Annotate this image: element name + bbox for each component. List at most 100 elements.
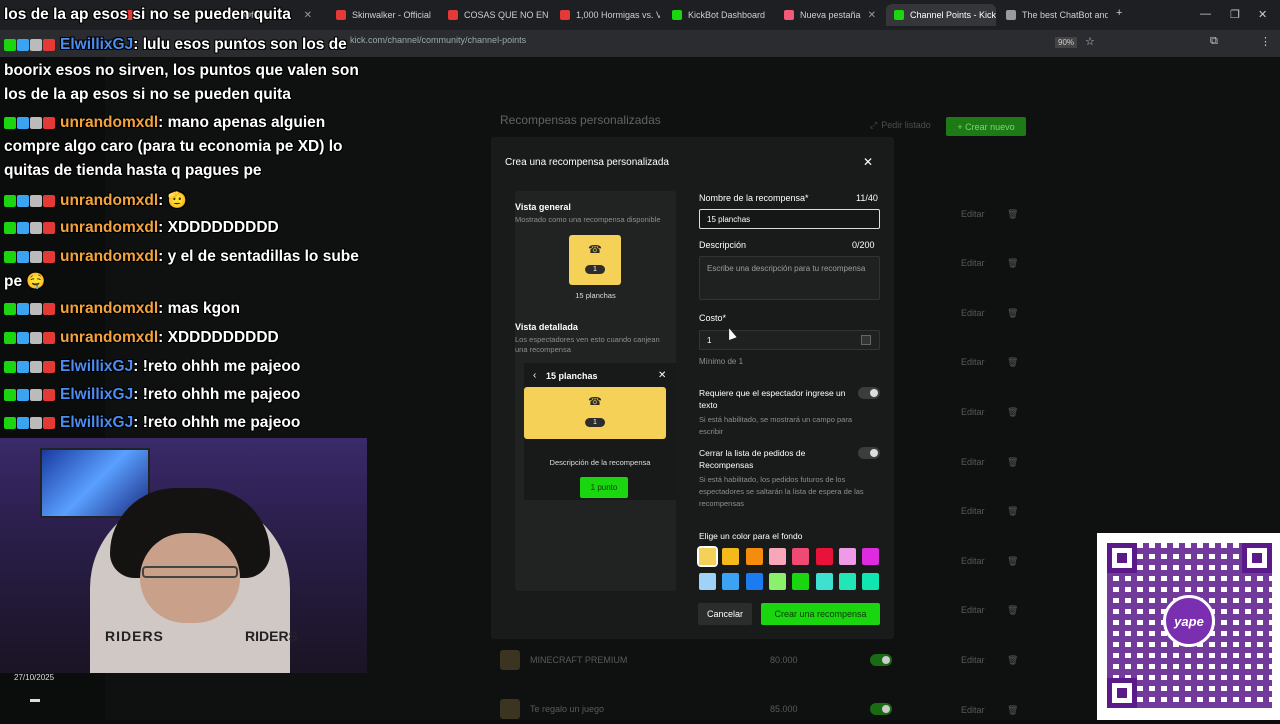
pedir-listado-label: Pedir listado xyxy=(881,120,931,130)
crear-nuevo-button[interactable]: + Crear nuevo xyxy=(946,117,1026,136)
chat-message: boorix esos no sirven, los puntos que va… xyxy=(4,62,359,80)
close-icon[interactable]: ✕ xyxy=(863,155,873,169)
create-reward-button[interactable]: Crear una recompensa xyxy=(761,603,880,625)
badge-icon xyxy=(43,38,55,51)
edit-link[interactable]: Editar xyxy=(961,209,985,219)
edit-link[interactable]: Editar xyxy=(961,506,985,516)
bookmark-star-icon[interactable]: ☆ xyxy=(1085,35,1095,48)
reward-row: MINECRAFT PREMIUM 80.000 xyxy=(500,645,1010,675)
chat-text: : !reto ohhh me pajeoo xyxy=(133,358,301,376)
reward-name-input[interactable]: 15 planchas xyxy=(699,209,880,229)
browser-tab[interactable]: The best ChatBot and✕ xyxy=(998,4,1108,26)
trash-icon[interactable]: 🗑 xyxy=(1007,407,1018,418)
color-swatch[interactable] xyxy=(862,573,880,590)
pedir-listado-button[interactable]: ⤢ Pedir listado xyxy=(870,120,931,131)
badge-icon xyxy=(4,221,16,234)
color-swatch[interactable] xyxy=(768,548,786,565)
tab-favicon-icon xyxy=(894,10,904,20)
close-icon[interactable]: ✕ xyxy=(658,370,666,381)
chevron-left-icon[interactable]: ‹ xyxy=(533,370,536,381)
require-text-toggle[interactable] xyxy=(858,387,880,399)
webcam-feed: RIDERS RIDERS xyxy=(0,438,367,673)
minimize-icon[interactable]: — xyxy=(1200,8,1211,20)
color-swatch[interactable] xyxy=(792,573,810,590)
color-swatch[interactable] xyxy=(838,573,856,590)
user-badges xyxy=(4,192,56,210)
close-window-icon[interactable]: ✕ xyxy=(1258,8,1267,21)
create-reward-modal: Crea una recompensa personalizada ✕ Vist… xyxy=(491,137,894,639)
trash-icon[interactable]: 🗑 xyxy=(1007,457,1018,468)
zoom-indicator[interactable]: 90% xyxy=(1055,37,1078,48)
badge-icon xyxy=(17,38,29,51)
menu-icon[interactable]: ⋮ xyxy=(1260,35,1271,48)
cost-stepper[interactable] xyxy=(861,335,871,345)
close-list-toggle[interactable] xyxy=(858,447,880,459)
color-swatch[interactable] xyxy=(697,546,718,567)
cancel-button[interactable]: Cancelar xyxy=(698,603,752,625)
badge-icon xyxy=(30,302,42,315)
edit-link[interactable]: Editar xyxy=(961,457,985,467)
reward-toggle[interactable] xyxy=(870,703,892,715)
color-swatch[interactable] xyxy=(699,573,716,590)
chat-message: ElwillixGJ: !reto ohhh me pajeoo xyxy=(4,358,300,376)
color-swatch[interactable] xyxy=(745,573,763,590)
reward-tile-small: ☎ 1 xyxy=(569,235,621,285)
chat-username: ElwillixGJ xyxy=(60,358,134,376)
edit-link[interactable]: Editar xyxy=(961,605,985,615)
description-textarea[interactable]: Escribe una descripción para tu recompen… xyxy=(699,256,880,300)
vista-general-sub: Mostrado como una recompensa disponible xyxy=(515,215,661,224)
browser-tab[interactable]: 1,000 Hormigas vs. V✕ xyxy=(552,4,660,26)
plus-icon: + xyxy=(957,121,966,132)
trash-icon[interactable]: 🗑 xyxy=(1007,357,1018,368)
maximize-icon[interactable]: ❐ xyxy=(1230,8,1240,21)
edit-link[interactable]: Editar xyxy=(961,407,985,417)
trash-icon[interactable]: 🗑 xyxy=(1007,506,1018,517)
redeem-button[interactable]: 1 punto xyxy=(580,477,628,498)
chat-bubble-icon[interactable]: ▬ xyxy=(30,694,40,705)
user-badges xyxy=(4,329,56,347)
cost-label: Costo* xyxy=(699,313,727,323)
close-tab-icon[interactable]: ✕ xyxy=(437,10,438,21)
badge-icon xyxy=(4,388,16,401)
color-swatch[interactable] xyxy=(862,548,880,565)
edit-link[interactable]: Editar xyxy=(961,357,985,367)
color-swatch[interactable] xyxy=(792,548,810,565)
trash-icon[interactable]: 🗑 xyxy=(1007,308,1018,319)
badge-icon xyxy=(43,221,55,234)
color-swatch[interactable] xyxy=(838,548,856,565)
browser-tab[interactable]: KickBot Dashboard ✕ xyxy=(664,4,772,26)
reward-toggle[interactable] xyxy=(870,654,892,666)
browser-tab[interactable]: Nueva pestaña ✕ xyxy=(776,4,884,26)
browser-tab[interactable]: COSAS QUE NO ENTI ✕ xyxy=(440,4,548,26)
badge-icon xyxy=(17,116,29,129)
extensions-icon[interactable]: ⧉ xyxy=(1210,35,1218,48)
badge-icon xyxy=(17,302,29,315)
close-tab-icon[interactable]: ✕ xyxy=(771,10,772,21)
color-label: Elige un color para el fondo xyxy=(699,531,803,541)
color-swatch[interactable] xyxy=(815,548,833,565)
color-swatch[interactable] xyxy=(768,573,786,590)
close-tab-icon[interactable]: ✕ xyxy=(868,10,876,21)
trash-icon[interactable]: 🗑 xyxy=(1007,556,1018,567)
trash-icon[interactable]: 🗑 xyxy=(1007,258,1018,269)
badge-icon xyxy=(43,388,55,401)
color-swatch[interactable] xyxy=(745,548,763,565)
tab-favicon-icon xyxy=(1006,10,1016,20)
qr-finder xyxy=(1107,678,1137,708)
edit-link[interactable]: Editar xyxy=(961,308,985,318)
chat-overlay: los de la ap esos si no se pueden quita E… xyxy=(0,0,370,440)
trash-icon[interactable]: 🗑 xyxy=(1007,209,1018,220)
chat-text: : !reto ohhh me pajeoo xyxy=(133,414,301,432)
browser-tab[interactable]: Channel Points - Kick✕ xyxy=(886,4,996,26)
color-swatch[interactable] xyxy=(815,573,833,590)
edit-link[interactable]: Editar xyxy=(961,556,985,566)
color-swatch[interactable] xyxy=(722,573,740,590)
user-badges xyxy=(4,248,56,266)
edit-link[interactable]: Editar xyxy=(961,258,985,268)
new-tab-icon[interactable]: + xyxy=(1116,7,1122,19)
chat-text: : 🫡 xyxy=(158,192,187,209)
trash-icon[interactable]: 🗑 xyxy=(1007,605,1018,616)
url-text[interactable]: kick.com/channel/community/channel-point… xyxy=(350,35,526,45)
color-swatch[interactable] xyxy=(722,548,740,565)
tab-label: COSAS QUE NO ENTI xyxy=(464,10,548,20)
